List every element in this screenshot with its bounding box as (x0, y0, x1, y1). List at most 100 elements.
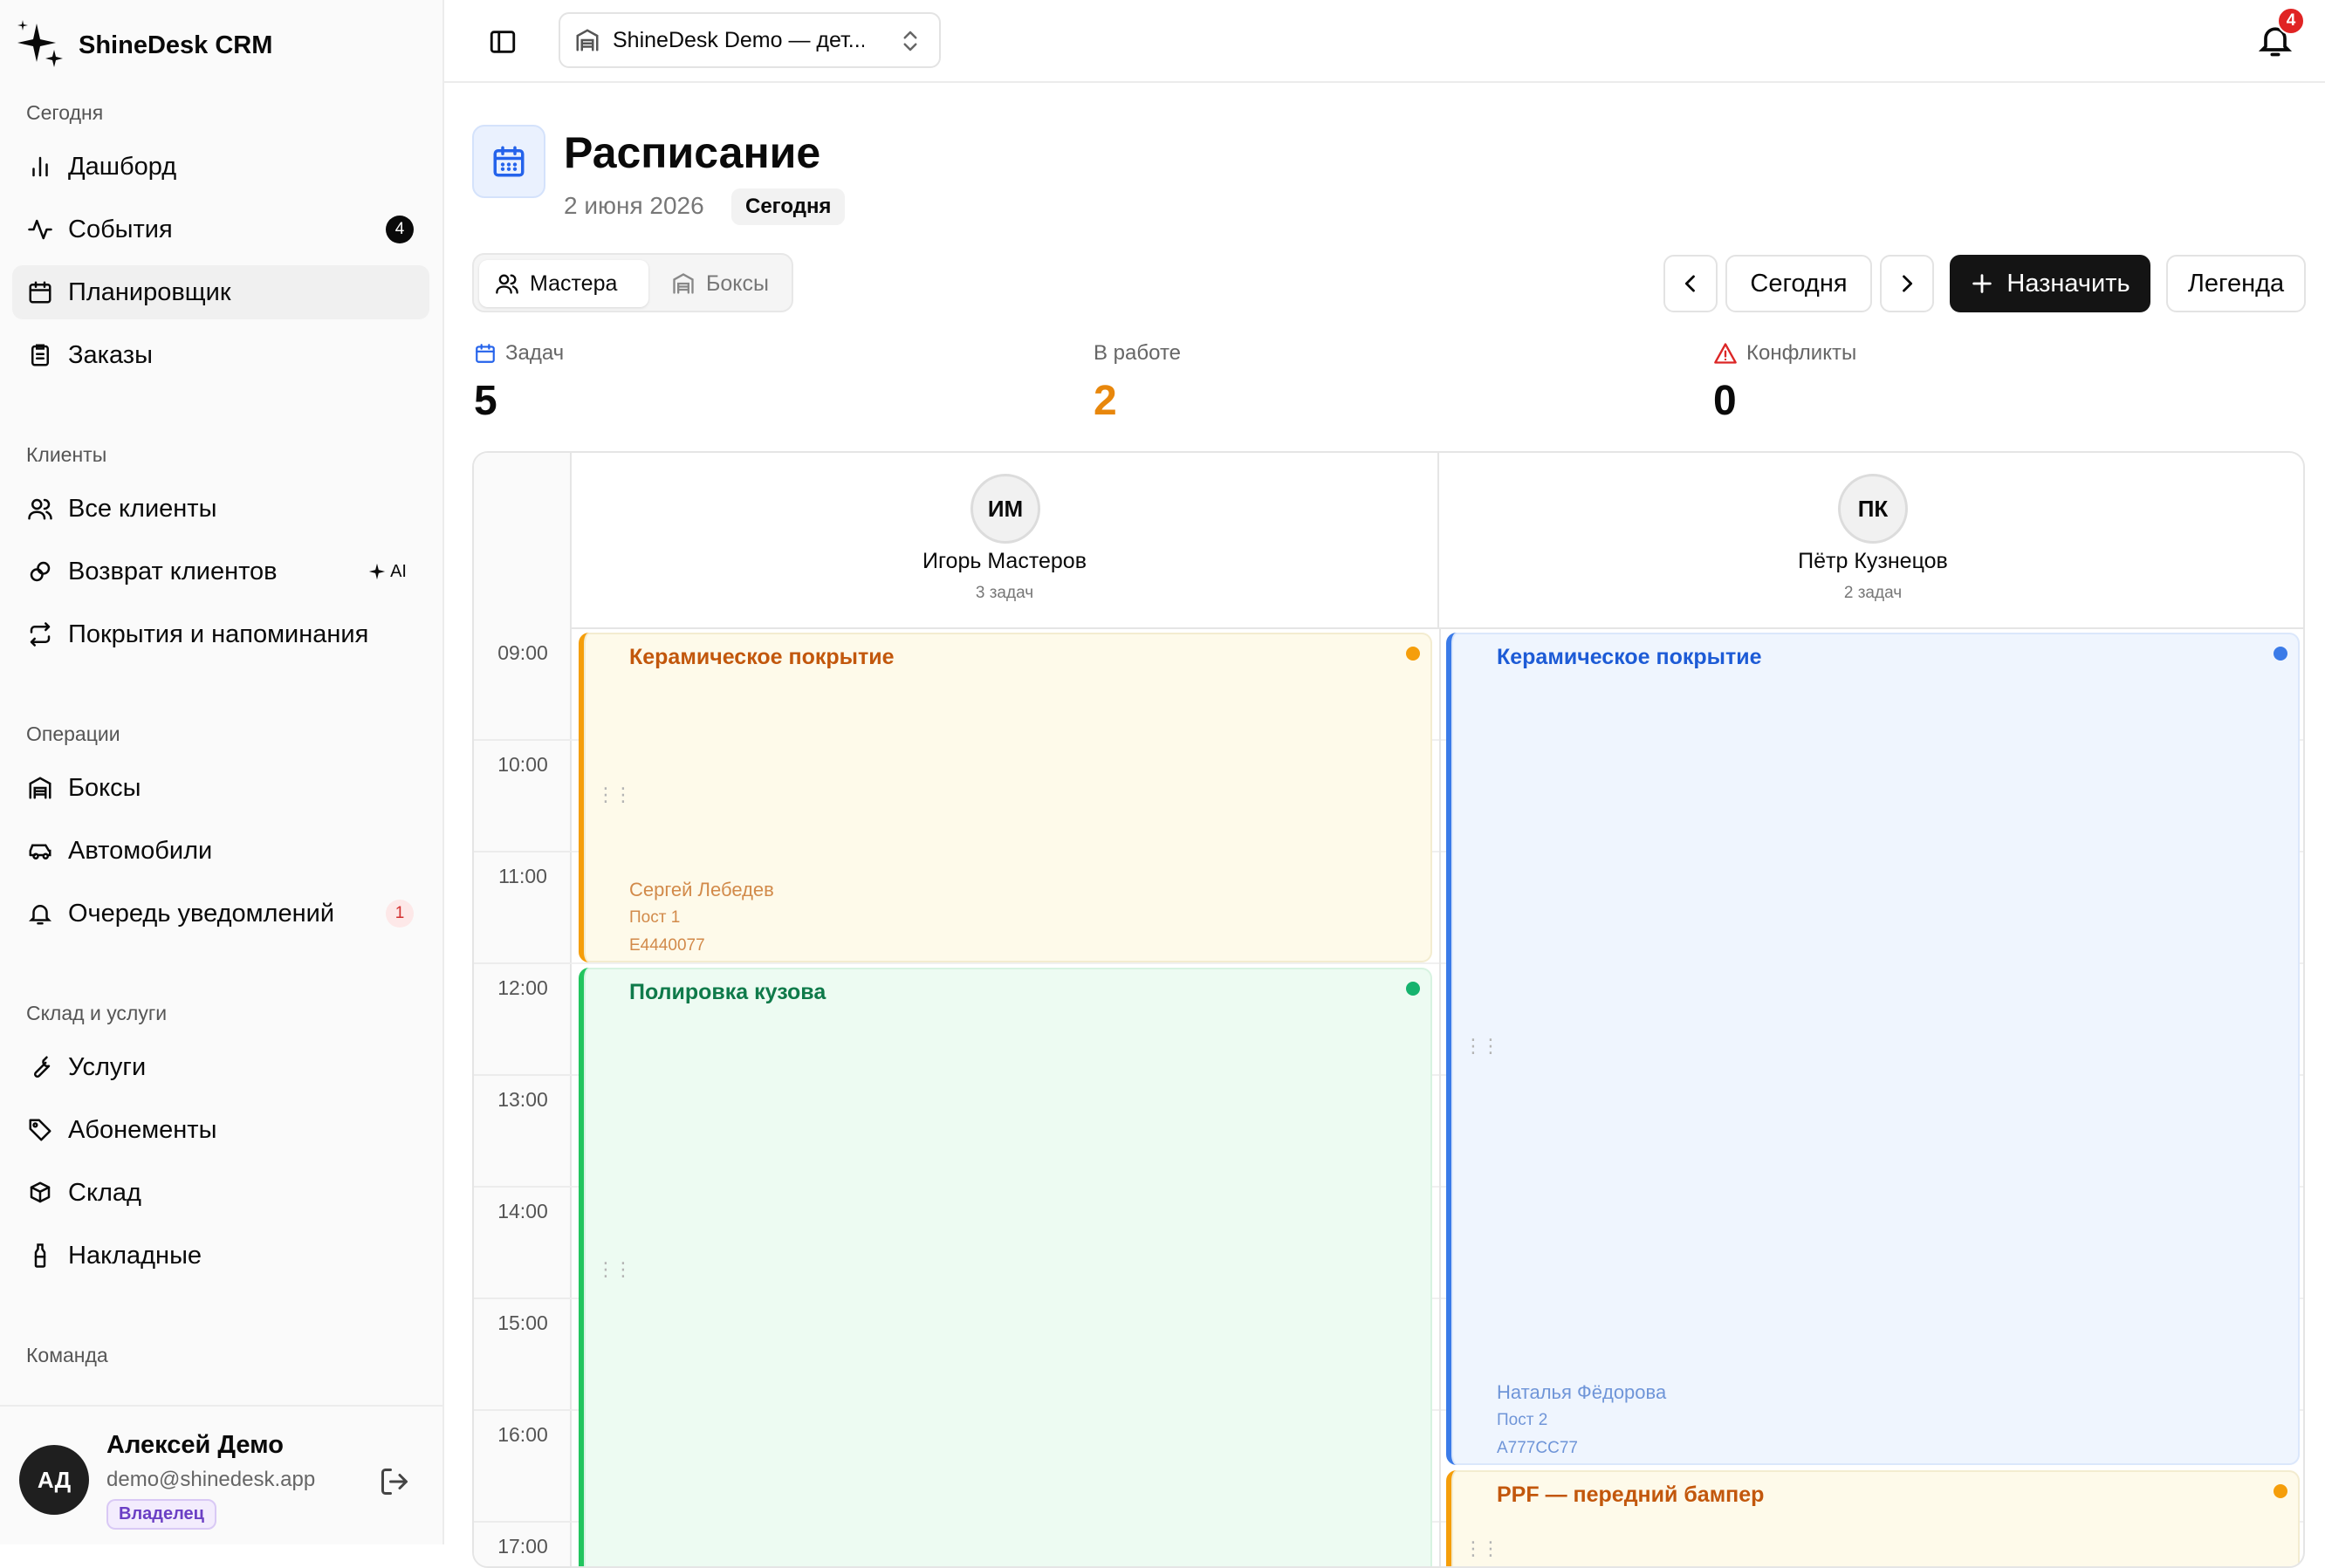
sidebar-item-boxes[interactable]: Боксы (12, 761, 429, 815)
time-slot: 10:00 (474, 741, 572, 852)
assign-button[interactable]: Назначить (1950, 255, 2150, 312)
time-label: 15:00 (497, 1311, 548, 1334)
stat-label: В работе (1094, 341, 1182, 365)
sidebar-item-warehouse[interactable]: Склад (12, 1166, 429, 1220)
wrench-icon (26, 1053, 54, 1081)
sidebar-item-subscriptions[interactable]: Абонементы (12, 1103, 429, 1157)
sparkle-icon (368, 563, 386, 580)
boxes-icon (26, 1179, 54, 1207)
bottle-icon (26, 1242, 54, 1270)
sidebar-item-label: Услуги (68, 1052, 147, 1081)
panel-left-icon (490, 31, 516, 53)
user-name: Алексей Демо (106, 1431, 284, 1459)
sidebar-item-label: Все клиенты (68, 494, 217, 523)
tab-boxes[interactable]: Боксы (655, 260, 786, 307)
calendar-header: ИМ Игорь Мастеров 3 задач ПК Пётр Кузнец… (474, 453, 2303, 629)
drag-handle-icon[interactable]: ⋮⋮ (1464, 1037, 1500, 1056)
sidebar-item-invoices[interactable]: Накладные (12, 1229, 429, 1283)
time-slot: 15:00 (474, 1299, 572, 1411)
event-title: Керамическое покрытие (1497, 645, 1762, 669)
event-card[interactable]: Полировка кузова ⋮⋮ (579, 968, 1432, 1566)
nav-group-label: Клиенты (26, 443, 107, 466)
sidebar-item-label: Заказы (68, 340, 153, 369)
event-post: Пост 2 (1497, 1411, 1548, 1429)
drag-handle-icon[interactable]: ⋮⋮ (596, 785, 633, 805)
brand-name: ShineDesk CRM (79, 31, 273, 59)
event-status-dot (1406, 647, 1420, 661)
sidebar-item-cars[interactable]: Автомобили (12, 824, 429, 878)
workspace-selector[interactable]: ShineDesk Demo — дет... (559, 12, 941, 68)
sidebar-item-label: Покрытия и напоминания (68, 620, 369, 648)
sidebar: ShineDesk CRM Сегодня Дашборд События 4 … (0, 0, 444, 1544)
time-label: 11:00 (498, 865, 547, 887)
nav-group-label: Сегодня (26, 101, 104, 124)
events-count-badge: 4 (386, 216, 414, 243)
event-title: PPF — передний бампер (1497, 1482, 1765, 1507)
page-calendar-icon (472, 125, 545, 198)
workspace-name: ShineDesk Demo — дет... (613, 27, 864, 52)
stat-conflicts: Конфликты 0 (1713, 340, 1856, 425)
sidebar-item-services[interactable]: Услуги (12, 1040, 429, 1094)
sidebar-toggle-button[interactable] (485, 24, 520, 59)
resource-column-petr[interactable]: ПК Пётр Кузнецов 2 задач (1439, 453, 2303, 629)
avatar: ИМ (970, 474, 1040, 544)
sidebar-item-orders[interactable]: Заказы (12, 328, 429, 382)
time-column-header (474, 453, 572, 629)
event-title: Полировка кузова (629, 980, 826, 1004)
sidebar-item-label: Накладные (68, 1241, 202, 1270)
view-switch: Мастера Боксы (472, 253, 793, 312)
time-label: 10:00 (497, 753, 548, 776)
nav-group-label: Операции (26, 722, 120, 745)
event-plate: Е4440077 (629, 936, 705, 955)
sidebar-item-label: Абонементы (68, 1115, 217, 1144)
event-card[interactable]: Керамическое покрытие ⋮⋮ Наталья Фёдорова П… (1446, 633, 2300, 1465)
chevron-left-icon (1684, 275, 1695, 292)
sidebar-item-label: Очередь уведомлений (68, 899, 335, 928)
sidebar-item-events[interactable]: События 4 (12, 202, 429, 257)
event-card[interactable]: Керамическое покрытие ⋮⋮ Сергей Лебедев Пос… (579, 633, 1432, 962)
today-button[interactable]: Сегодня (1725, 255, 1872, 312)
tab-label: Мастера (530, 270, 618, 296)
sidebar-item-all-clients[interactable]: Все клиенты (12, 482, 429, 536)
drag-handle-icon[interactable]: ⋮⋮ (1464, 1539, 1500, 1558)
drag-handle-icon[interactable]: ⋮⋮ (596, 1260, 633, 1279)
warehouse-icon (26, 774, 54, 802)
time-slot: 12:00 (474, 964, 572, 1076)
schedule-calendar: ИМ Игорь Мастеров 3 задач ПК Пётр Кузнец… (472, 451, 2305, 1568)
sidebar-item-client-return[interactable]: Возврат клиентов AI (12, 544, 429, 599)
event-card[interactable]: PPF — передний бампер ⋮⋮ (1446, 1470, 2300, 1566)
queue-count-badge: 1 (386, 900, 414, 928)
sidebar-nav[interactable]: Сегодня Дашборд События 4 Планировщик За… (0, 84, 442, 1405)
time-slot: 09:00 (474, 629, 572, 741)
repeat-icon (26, 620, 54, 648)
sidebar-item-label: Возврат клиентов (68, 557, 278, 585)
sidebar-item-coatings[interactable]: Покрытия и напоминания (12, 607, 429, 661)
resource-task-count: 2 задач (1843, 584, 1903, 602)
users-icon (496, 274, 518, 294)
sidebar-item-planner[interactable]: Планировщик (12, 265, 429, 319)
logout-icon[interactable] (379, 1466, 410, 1497)
next-day-button[interactable] (1880, 255, 1934, 312)
sparkles-logo-icon (17, 20, 63, 67)
sidebar-item-notification-queue[interactable]: Очередь уведомлений 1 (12, 887, 429, 941)
calendar-icon (26, 278, 54, 306)
legend-button[interactable]: Легенда (2166, 255, 2306, 312)
prev-day-button[interactable] (1663, 255, 1718, 312)
sidebar-item-label: Дашборд (68, 152, 177, 181)
sidebar-item-label: Планировщик (68, 277, 231, 306)
avatar[interactable]: АД (19, 1445, 89, 1515)
assign-button-label: Назначить (2006, 269, 2130, 298)
brand[interactable]: ShineDesk CRM (12, 16, 272, 75)
time-label: 16:00 (497, 1423, 548, 1446)
event-client: Сергей Лебедев (629, 879, 774, 900)
tab-masters[interactable]: Мастера (479, 260, 648, 307)
resource-column-igor[interactable]: ИМ Игорь Мастеров 3 задач (572, 453, 1439, 629)
stat-label: Задач (505, 341, 565, 365)
notifications-badge: 4 (2277, 7, 2305, 35)
warehouse-icon (673, 273, 694, 294)
sidebar-item-dashboard[interactable]: Дашборд (12, 140, 429, 194)
event-status-dot (2274, 647, 2287, 661)
stat-in-progress: В работе 2 (1094, 340, 1181, 425)
bell-icon (26, 900, 54, 928)
resource-name: Игорь Мастеров (922, 549, 1087, 573)
